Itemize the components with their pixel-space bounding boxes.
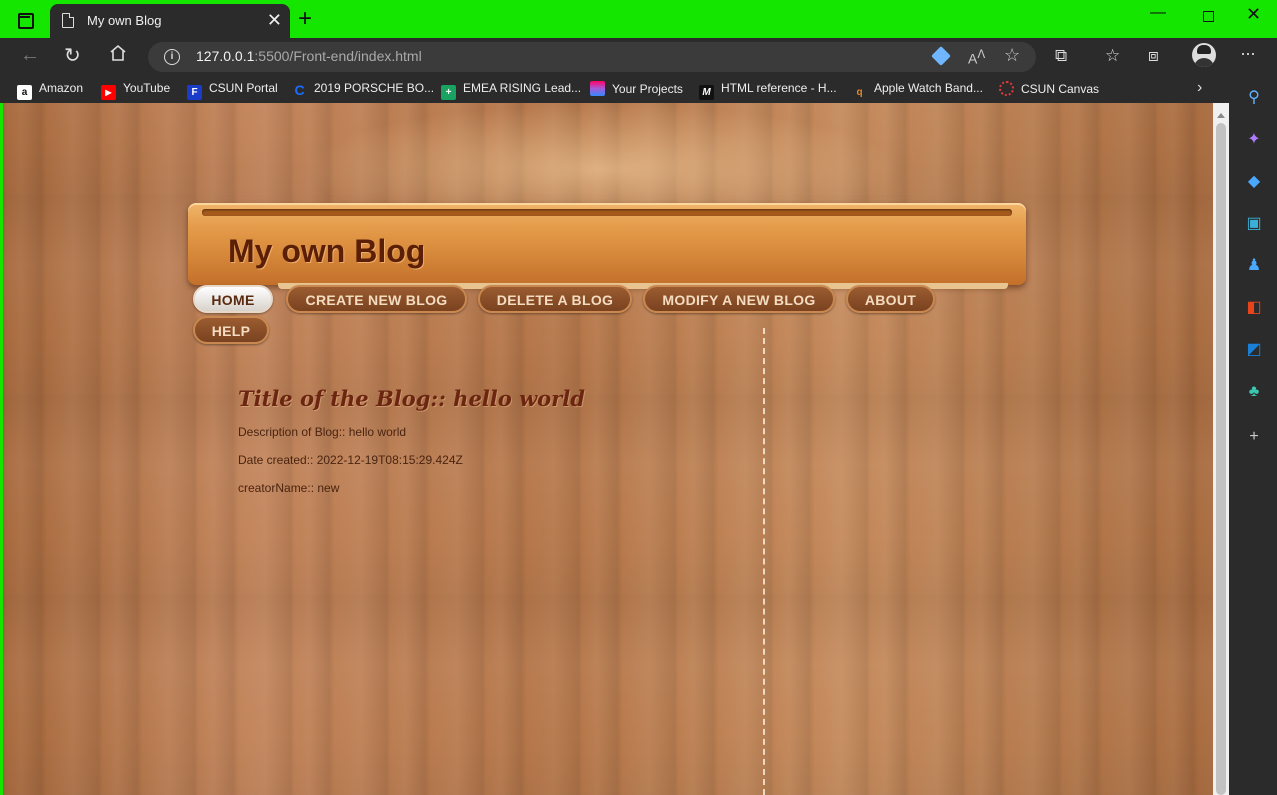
office-icon[interactable]: ◧ [1245, 299, 1263, 317]
favorite-csun-portal[interactable]: F CSUN Portal [187, 81, 278, 100]
outlook-icon[interactable]: ◩ [1245, 341, 1263, 359]
address-bar[interactable]: i 127.0.0.1:5500/Front-end/index.html Aᐱ… [148, 42, 1036, 72]
favorite-youtube[interactable]: ▶ YouTube [101, 81, 170, 100]
blog-description: Description of Blog:: hello world [238, 425, 407, 439]
extensions-icon[interactable]: ⧉ [1055, 46, 1067, 66]
nav-create-blog[interactable]: CREATE NEW BLOG [286, 285, 467, 313]
tab-actions-icon[interactable] [16, 10, 36, 30]
light-glow [303, 103, 903, 213]
favorite-csun-canvas[interactable]: CSUN Canvas [999, 81, 1099, 99]
more-menu-icon[interactable]: ··· [1240, 43, 1256, 64]
canvas-icon [999, 81, 1014, 96]
page-icon [62, 13, 74, 28]
blog-creator: creatorName:: new [238, 481, 340, 495]
shopping-tag-icon[interactable]: ◆ [1245, 173, 1263, 191]
page-title: My own Blog [228, 233, 426, 269]
browser-toolbar: ← ↻ i 127.0.0.1:5500/Front-end/index.htm… [0, 38, 1277, 76]
apple-watch-icon: q [856, 87, 863, 98]
avatar[interactable] [1192, 43, 1216, 67]
info-icon[interactable]: i [164, 49, 180, 65]
scrollbar[interactable] [1213, 103, 1229, 795]
nav-about[interactable]: ABOUT [846, 285, 935, 313]
favorite-emea[interactable]: + EMEA RISING Lead... [441, 81, 581, 100]
add-favorite-icon[interactable]: ☆ [1004, 45, 1020, 66]
page-viewport: My own Blog HOME CREATE NEW BLOG DELETE … [3, 103, 1213, 795]
favorite-apple-watch[interactable]: q Apple Watch Band... [852, 81, 983, 99]
youtube-icon: ▶ [101, 85, 116, 100]
home-icon[interactable] [109, 44, 127, 62]
amazon-icon: a [17, 85, 32, 100]
scrollbar-thumb[interactable] [1216, 123, 1226, 795]
reload-icon[interactable]: ↻ [64, 43, 81, 68]
search-icon[interactable]: ⚲ [1245, 89, 1263, 107]
header-board: My own Blog [188, 203, 1026, 289]
copilot-icon[interactable]: ✦ [1245, 131, 1263, 149]
tools-icon[interactable]: ▣ [1245, 215, 1263, 233]
coupon-tag-icon[interactable] [931, 46, 951, 66]
favorites-bar: a Amazon ▶ YouTube F CSUN Portal C 2019 PORS… [0, 76, 1229, 103]
back-arrow-icon[interactable]: ← [20, 44, 40, 67]
porsche-icon: C [294, 82, 305, 98]
tab-strip: My own Blog ✕ + — ✕ [0, 0, 1277, 38]
minimize-button[interactable]: — [1150, 4, 1166, 22]
collections-icon[interactable]: ⧈ [1148, 46, 1159, 66]
content-divider [763, 328, 765, 795]
blog-date-created: Date created:: 2022-12-19T08:15:29.424Z [238, 453, 463, 467]
edge-sidebar: ⚲ ✦ ◆ ▣ ♟ ◧ ◩ ♣ + [1229, 76, 1277, 795]
tab-close-icon[interactable]: ✕ [267, 10, 282, 30]
tree-icon[interactable]: ♣ [1245, 383, 1263, 401]
tab-title: My own Blog [87, 13, 162, 28]
nav-help[interactable]: HELP [193, 316, 269, 344]
close-window-button[interactable]: ✕ [1246, 4, 1261, 25]
chevron-right-icon[interactable]: › [1197, 79, 1202, 97]
maximize-button[interactable] [1203, 11, 1214, 22]
add-icon[interactable]: + [1245, 428, 1263, 446]
nav-modify-blog[interactable]: MODIFY A NEW BLOG [643, 285, 835, 313]
url-text[interactable]: 127.0.0.1:5500/Front-end/index.html [196, 48, 422, 64]
favorites-icon[interactable]: ☆ [1105, 46, 1120, 66]
csun-portal-icon: F [187, 85, 202, 100]
tab-active[interactable]: My own Blog ✕ [50, 4, 290, 38]
sheets-icon: + [441, 85, 456, 100]
read-aloud-icon[interactable]: Aᐱ [968, 47, 985, 67]
blog-title: Title of the Blog:: hello world [238, 386, 585, 411]
nav-home[interactable]: HOME [193, 285, 273, 313]
favorite-projects[interactable]: Your Projects [590, 81, 683, 99]
favorite-amazon[interactable]: a Amazon [17, 81, 83, 100]
favorite-html-reference[interactable]: M HTML reference - H... [699, 81, 837, 100]
mdn-icon: M [699, 85, 714, 100]
nav-delete-blog[interactable]: DELETE A BLOG [478, 285, 632, 313]
favorite-porsche[interactable]: C 2019 PORSCHE BO... [292, 81, 434, 99]
projects-icon [590, 81, 605, 96]
new-tab-button[interactable]: + [298, 6, 312, 32]
games-icon[interactable]: ♟ [1245, 257, 1263, 275]
